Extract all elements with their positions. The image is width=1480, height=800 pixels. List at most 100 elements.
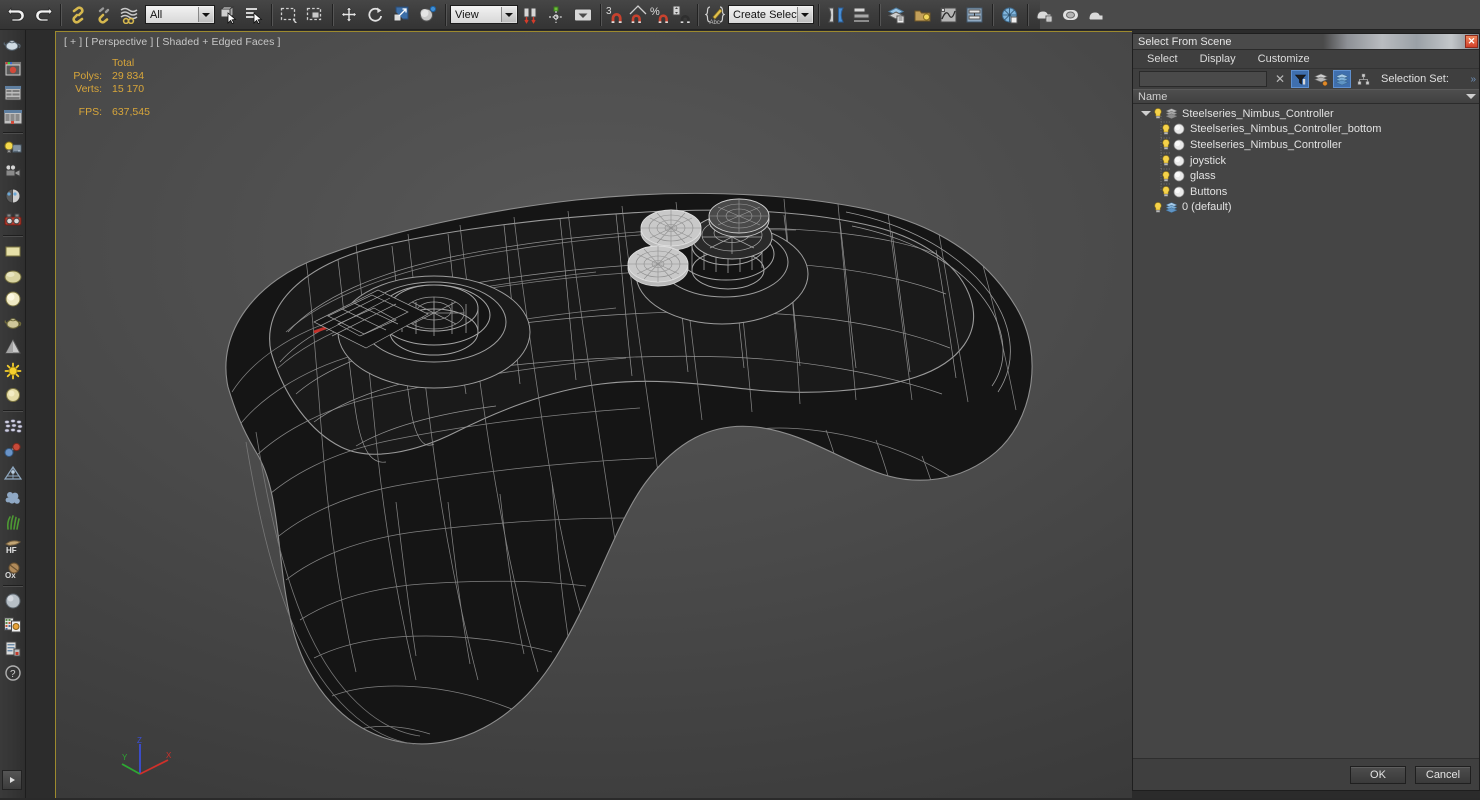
select-and-move-icon[interactable] bbox=[337, 2, 363, 28]
noise-icon[interactable] bbox=[1, 486, 25, 510]
select-by-name-icon[interactable] bbox=[241, 2, 267, 28]
expand-collapse-icon[interactable] bbox=[1139, 107, 1152, 120]
search-input[interactable] bbox=[1139, 71, 1267, 87]
light-bulb-icon[interactable] bbox=[1152, 107, 1164, 120]
sphere-light-icon[interactable] bbox=[1, 287, 25, 311]
material-preview-icon[interactable] bbox=[1, 57, 25, 81]
batch-render-icon[interactable] bbox=[1, 637, 25, 661]
dialog-title-bar[interactable]: Select From Scene ✕ bbox=[1133, 34, 1479, 50]
light-bulb-icon[interactable] bbox=[1160, 170, 1172, 183]
bind-to-space-warp-icon[interactable] bbox=[117, 2, 143, 28]
chevron-down-icon[interactable] bbox=[797, 7, 812, 22]
material-editor-icon[interactable] bbox=[997, 2, 1023, 28]
curve-editor-icon[interactable] bbox=[936, 2, 962, 28]
menu-select[interactable]: Select bbox=[1147, 53, 1178, 65]
tree-row-object[interactable]: glass bbox=[1133, 168, 1479, 184]
menu-display[interactable]: Display bbox=[1200, 53, 1236, 65]
light-bulb-icon[interactable] bbox=[1160, 123, 1172, 136]
tree-row-object[interactable]: Steelseries_Nimbus_Controller bbox=[1133, 137, 1479, 153]
select-and-place-icon[interactable] bbox=[415, 2, 441, 28]
teapot-primitive-icon[interactable] bbox=[1, 311, 25, 335]
molecule-icon[interactable] bbox=[1, 438, 25, 462]
percent-snap-toggle-icon[interactable]: % bbox=[649, 2, 671, 28]
selection-filter-combo[interactable]: All bbox=[145, 5, 215, 24]
keyboard-shortcut-override-icon[interactable] bbox=[570, 2, 596, 28]
angle-snap-toggle-icon[interactable] bbox=[627, 2, 649, 28]
spinner-snap-toggle-icon[interactable] bbox=[671, 2, 693, 28]
chevron-down-icon[interactable] bbox=[198, 7, 213, 22]
display-filter-icon[interactable] bbox=[1291, 70, 1309, 88]
tree-row-root-layer[interactable]: Steelseries_Nimbus_Controller bbox=[1133, 106, 1479, 122]
redo-icon[interactable] bbox=[30, 2, 56, 28]
close-icon[interactable]: ✕ bbox=[1465, 35, 1478, 48]
named-selection-set-combo[interactable]: Create Selection Se bbox=[728, 5, 814, 24]
tree-row-object[interactable]: Steelseries_Nimbus_Controller_bottom bbox=[1133, 122, 1479, 138]
modify-panel-icon[interactable] bbox=[1, 105, 25, 129]
perspective-viewport[interactable]: [ + ] [ Perspective ] [ Shaded + Edged F… bbox=[56, 32, 1132, 798]
plane-primitive-icon[interactable] bbox=[1, 239, 25, 263]
light-icon[interactable] bbox=[1, 136, 25, 160]
select-and-scale-icon[interactable] bbox=[389, 2, 415, 28]
target-camera-icon[interactable] bbox=[1, 184, 25, 208]
select-and-rotate-icon[interactable] bbox=[363, 2, 389, 28]
layer-explorer-icon[interactable] bbox=[884, 2, 910, 28]
align-icon[interactable] bbox=[849, 2, 875, 28]
toolbar-separator bbox=[992, 3, 993, 26]
rectangular-selection-region-icon[interactable] bbox=[276, 2, 302, 28]
toolbar-separator bbox=[1027, 3, 1028, 26]
use-pivot-point-center-icon[interactable] bbox=[518, 2, 544, 28]
clear-icon[interactable]: ✕ bbox=[1272, 71, 1288, 87]
mirror-icon[interactable] bbox=[823, 2, 849, 28]
sun-light-icon[interactable] bbox=[1, 359, 25, 383]
edit-named-selection-sets-icon[interactable]: Abc bbox=[702, 2, 728, 28]
schematic-view-icon[interactable] bbox=[962, 2, 988, 28]
hierarchy-icon[interactable] bbox=[1354, 70, 1372, 88]
hair-and-fur-icon[interactable] bbox=[1, 510, 25, 534]
light-bulb-icon[interactable] bbox=[1160, 154, 1172, 167]
unlink-selection-icon[interactable] bbox=[91, 2, 117, 28]
scene-tree[interactable]: Steelseries_Nimbus_Controller Steelserie… bbox=[1133, 104, 1479, 758]
camera-icon[interactable] bbox=[1, 160, 25, 184]
tree-row-object[interactable]: Buttons bbox=[1133, 184, 1479, 200]
snaps-toggle-icon[interactable]: 3 bbox=[605, 2, 627, 28]
window-crossing-icon[interactable] bbox=[302, 2, 328, 28]
light-bulb-icon[interactable] bbox=[1160, 185, 1172, 198]
toolbar-separator bbox=[818, 3, 819, 26]
animation-play-button[interactable] bbox=[2, 770, 22, 790]
column-dropdown-icon[interactable] bbox=[1466, 94, 1476, 99]
sort-by-layer-icon[interactable] bbox=[1312, 70, 1330, 88]
physical-camera-icon[interactable] bbox=[1, 208, 25, 232]
light-bulb-icon[interactable] bbox=[1152, 201, 1164, 214]
space-warp-icon[interactable] bbox=[1, 462, 25, 486]
ox-icon[interactable]: Ox bbox=[1, 558, 25, 582]
chevron-right-icon[interactable]: » bbox=[1470, 74, 1476, 85]
hf-icon[interactable]: HF bbox=[1, 534, 25, 558]
sphere-primitive-icon[interactable] bbox=[1, 263, 25, 287]
chevron-down-icon[interactable] bbox=[501, 7, 516, 22]
cancel-button[interactable]: Cancel bbox=[1415, 765, 1471, 784]
sphere-shaded-icon[interactable] bbox=[1, 589, 25, 613]
particles-icon[interactable] bbox=[1, 414, 25, 438]
rendered-frame-window-icon[interactable] bbox=[1058, 2, 1084, 28]
menu-customize[interactable]: Customize bbox=[1258, 53, 1310, 65]
dome-light-icon[interactable] bbox=[1, 383, 25, 407]
help-icon[interactable]: ? bbox=[1, 661, 25, 685]
ok-button[interactable]: OK bbox=[1350, 765, 1406, 784]
render-setup-icon[interactable] bbox=[1032, 2, 1058, 28]
light-bulb-icon[interactable] bbox=[1160, 138, 1172, 151]
select-and-manipulate-icon[interactable] bbox=[544, 2, 570, 28]
render-settings-icon[interactable] bbox=[1, 613, 25, 637]
teapot-object-icon[interactable] bbox=[1, 33, 25, 57]
main-toolbar: All View 3 % Abc Create Selec bbox=[0, 0, 1104, 30]
layer-list-icon[interactable] bbox=[1333, 70, 1351, 88]
tree-row-object[interactable]: joystick bbox=[1133, 153, 1479, 169]
reference-coordinate-system-combo[interactable]: View bbox=[450, 5, 518, 24]
cone-primitive-icon[interactable] bbox=[1, 335, 25, 359]
undo-icon[interactable] bbox=[4, 2, 30, 28]
select-and-link-icon[interactable] bbox=[65, 2, 91, 28]
command-panel-icon[interactable] bbox=[1, 81, 25, 105]
render-production-icon[interactable] bbox=[1084, 2, 1110, 28]
select-object-icon[interactable] bbox=[215, 2, 241, 28]
scene-explorer-icon[interactable] bbox=[910, 2, 936, 28]
tree-row-default-layer[interactable]: 0 (default) bbox=[1133, 200, 1479, 216]
